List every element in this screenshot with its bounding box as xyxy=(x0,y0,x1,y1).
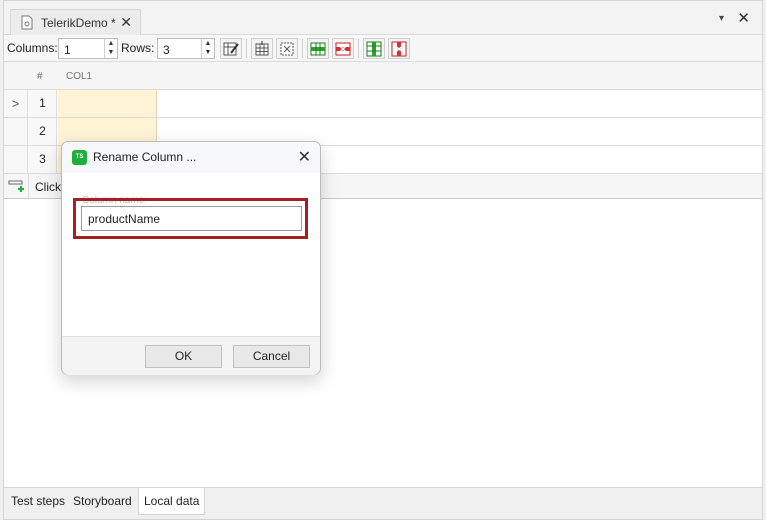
grid-header: # COL1 xyxy=(4,62,762,90)
ok-button[interactable]: OK xyxy=(145,345,222,368)
document-tab[interactable]: TelerikDemo * ✕ xyxy=(10,9,141,35)
row-selector[interactable] xyxy=(4,146,28,173)
add-column-icon xyxy=(366,41,382,56)
tab-storyboard[interactable]: Storyboard xyxy=(73,494,132,508)
table-grid-icon xyxy=(255,40,269,55)
column-name-input[interactable] xyxy=(81,206,302,231)
delete-row-button[interactable] xyxy=(332,38,354,59)
toolbar: Columns: 1 ▲ ▼ Rows: 3 ▲ ▼ xyxy=(4,35,762,62)
window-close-icon[interactable]: ✕ xyxy=(737,9,750,27)
row-number: 2 xyxy=(29,118,57,145)
columns-label: Columns: xyxy=(7,41,58,55)
table-row[interactable]: > 1 xyxy=(4,90,762,118)
column-header-col1[interactable]: COL1 xyxy=(66,71,92,82)
window-dropdown-icon[interactable]: ▾ xyxy=(719,13,724,24)
rows-value: 3 xyxy=(163,43,170,57)
dialog-title-bar: TS Rename Column ... ✕ xyxy=(62,142,320,173)
columns-stepper[interactable]: 1 ▲ ▼ xyxy=(58,38,118,59)
columns-stepper-arrows-icon[interactable]: ▲ ▼ xyxy=(104,39,117,58)
row-number-header: # xyxy=(37,71,43,82)
rename-column-dialog: TS Rename Column ... ✕ Column name: OK C… xyxy=(61,141,321,375)
tab-close-icon[interactable]: ✕ xyxy=(120,14,132,31)
app-logo-icon: TS xyxy=(72,150,87,165)
document-tab-label: TelerikDemo * xyxy=(41,15,116,30)
grid-cell[interactable] xyxy=(58,90,157,117)
dialog-title: Rename Column ... xyxy=(93,150,197,164)
rows-stepper-arrows-icon[interactable]: ▲ ▼ xyxy=(201,39,214,58)
edit-table-icon xyxy=(223,42,239,55)
document-icon xyxy=(21,15,33,30)
clear-table-button[interactable] xyxy=(276,38,298,59)
cancel-button[interactable]: Cancel xyxy=(233,345,310,368)
document-tab-bar: TelerikDemo * ✕ ▾ ✕ xyxy=(4,1,762,35)
rows-stepper[interactable]: 3 ▲ ▼ xyxy=(157,38,215,59)
delete-column-button[interactable] xyxy=(388,38,410,59)
add-row-text[interactable]: Click xyxy=(35,180,61,194)
insert-table-button[interactable] xyxy=(251,38,273,59)
bottom-tab-bar: Test steps Storyboard Local data xyxy=(4,487,762,519)
add-row-icon xyxy=(310,42,326,55)
tab-local-data[interactable]: Local data xyxy=(138,488,206,515)
row-selector[interactable] xyxy=(4,118,28,145)
add-row-button[interactable] xyxy=(307,38,329,59)
tab-test-steps[interactable]: Test steps xyxy=(11,494,65,508)
delete-row-icon xyxy=(335,42,351,55)
row-number: 1 xyxy=(29,90,57,117)
edit-table-button[interactable] xyxy=(220,38,242,59)
row-number: 3 xyxy=(29,146,57,173)
dialog-footer: OK Cancel xyxy=(62,336,320,375)
add-row-plus-icon xyxy=(8,180,24,192)
table-clear-icon xyxy=(280,42,294,55)
delete-column-icon xyxy=(391,41,407,56)
row-selector-icon[interactable]: > xyxy=(4,90,28,117)
dialog-close-icon[interactable]: ✕ xyxy=(298,147,311,167)
rows-label: Rows: xyxy=(121,41,155,55)
columns-value: 1 xyxy=(64,43,71,57)
add-column-button[interactable] xyxy=(363,38,385,59)
